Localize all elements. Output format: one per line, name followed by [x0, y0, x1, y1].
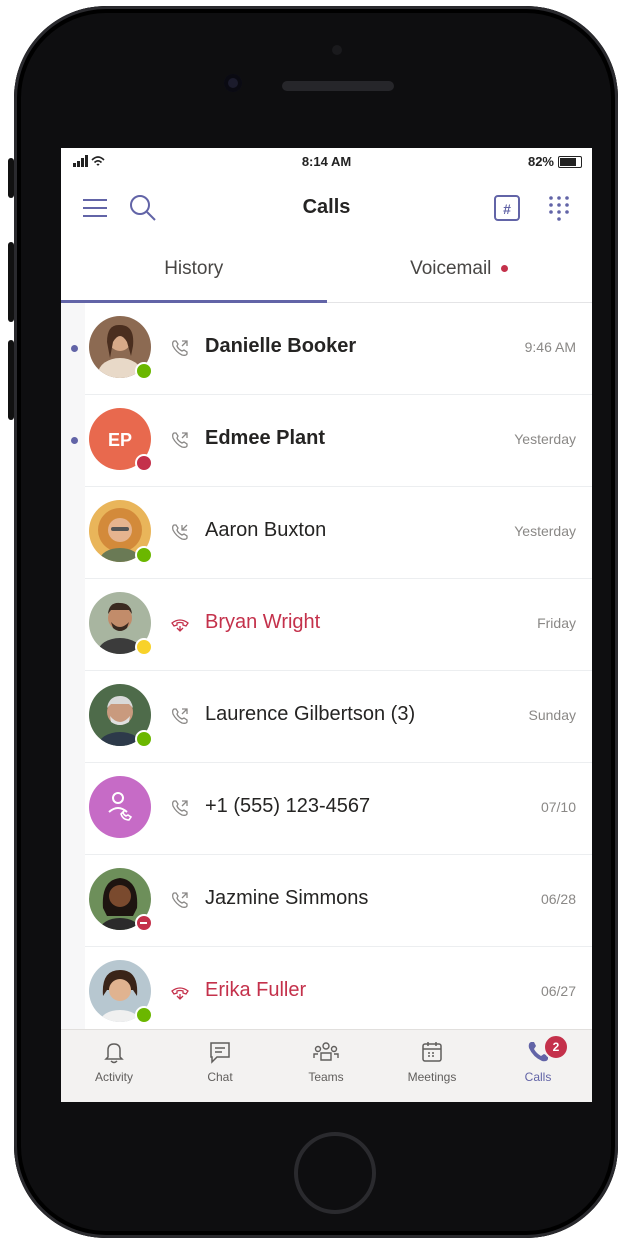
status-bar: 8:14 AM 82%	[61, 148, 592, 176]
avatar-initials: EP	[108, 430, 132, 450]
unread-indicator	[71, 437, 78, 444]
battery-indicator: 82%	[528, 154, 582, 169]
call-history-list: Danielle Booker 9:46 AM EP Edmee Plant Y…	[61, 303, 592, 1039]
nav-meetings[interactable]: Meetings	[379, 1038, 485, 1084]
contact-name: Edmee Plant	[205, 427, 326, 449]
bottom-navigation: Activity Chat Teams Meetings 2 Calls	[61, 1029, 592, 1102]
voicemail-indicator	[501, 265, 509, 273]
presence-available-badge	[135, 1006, 153, 1024]
call-row[interactable]: +1 (555) 123-4567 07/10	[85, 763, 592, 855]
earpiece-speaker	[282, 81, 394, 91]
nav-chat-label: Chat	[207, 1070, 233, 1084]
svg-text:#: #	[503, 201, 511, 217]
outgoing-call-icon	[170, 338, 190, 358]
missed-call-icon	[170, 614, 190, 634]
tab-voicemail-label: Voicemail	[410, 258, 492, 279]
call-row[interactable]: EP Edmee Plant Yesterday	[71, 395, 592, 487]
call-row[interactable]: Danielle Booker 9:46 AM	[71, 303, 592, 395]
incoming-call-icon	[170, 522, 190, 542]
presence-available-badge	[135, 546, 153, 564]
presence-available-badge	[135, 362, 153, 380]
call-time: 06/28	[540, 891, 576, 907]
bell-icon	[104, 1043, 124, 1064]
call-row[interactable]: Aaron Buxton Yesterday	[85, 487, 592, 579]
call-time: Yesterday	[514, 523, 576, 539]
mute-switch	[8, 158, 14, 198]
nav-meetings-label: Meetings	[407, 1070, 457, 1084]
tab-history-label: History	[164, 258, 224, 279]
call-time: 9:46 AM	[524, 339, 576, 355]
call-time: Sunday	[528, 707, 576, 723]
volume-up-button	[8, 242, 14, 322]
avatar	[89, 776, 151, 838]
contact-name: Bryan Wright	[205, 611, 321, 633]
missed-call-icon	[170, 982, 190, 1002]
outgoing-call-icon	[170, 798, 190, 818]
proximity-sensor	[332, 45, 342, 55]
presence-busy-badge	[135, 454, 153, 472]
front-camera	[224, 74, 242, 92]
call-row[interactable]: Jazmine Simmons 06/28	[85, 855, 592, 947]
call-time: Friday	[537, 615, 576, 631]
nav-chat[interactable]: Chat	[167, 1038, 273, 1084]
home-button[interactable]	[294, 1132, 376, 1214]
unread-indicator	[71, 345, 78, 352]
app-header: Calls #	[61, 176, 592, 240]
presence-dnd-badge	[135, 914, 153, 932]
nav-teams[interactable]: Teams	[273, 1038, 379, 1084]
nav-activity-label: Activity	[94, 1070, 133, 1084]
battery-icon	[558, 155, 582, 168]
call-row[interactable]: Erika Fuller 06/27	[85, 947, 592, 1039]
volume-down-button	[8, 340, 14, 420]
contact-name: Erika Fuller	[205, 979, 307, 1001]
call-row[interactable]: Bryan Wright Friday	[85, 579, 592, 671]
dial-grid-icon[interactable]	[541, 190, 577, 226]
contact-name: Laurence Gilbertson (3)	[205, 703, 416, 725]
status-time: 8:14 AM	[301, 154, 352, 169]
tab-history[interactable]: History	[61, 240, 327, 302]
app-screen: 8:14 AM 82% Calls # History Voicemail Da…	[61, 148, 592, 1102]
presence-away-badge	[135, 638, 153, 656]
nav-activity[interactable]: Activity	[61, 1038, 167, 1084]
tab-voicemail[interactable]: Voicemail	[327, 240, 593, 302]
contact-name: Danielle Booker	[205, 335, 357, 357]
chat-icon	[210, 1042, 230, 1064]
nav-calls[interactable]: 2 Calls	[485, 1034, 591, 1084]
contact-phone-number: +1 (555) 123-4567	[205, 795, 371, 817]
keypad-icon[interactable]: #	[489, 190, 525, 226]
calls-badge: 2	[543, 1034, 569, 1060]
tab-bar: History Voicemail	[61, 240, 592, 303]
outgoing-call-icon	[170, 706, 190, 726]
presence-available-badge	[135, 730, 153, 748]
call-time: 06/27	[540, 983, 576, 999]
contact-name: Jazmine Simmons	[205, 887, 369, 909]
call-row[interactable]: Laurence Gilbertson (3) Sunday	[85, 671, 592, 763]
contact-name: Aaron Buxton	[205, 519, 327, 541]
call-time: 07/10	[540, 799, 576, 815]
outgoing-call-icon	[170, 430, 190, 450]
call-time: Yesterday	[514, 431, 576, 447]
teams-icon	[313, 1042, 339, 1061]
nav-calls-label: Calls	[524, 1070, 552, 1084]
outgoing-call-icon	[170, 890, 190, 910]
battery-percent: 82%	[527, 154, 554, 169]
calendar-icon	[422, 1042, 442, 1062]
nav-teams-label: Teams	[308, 1070, 344, 1084]
